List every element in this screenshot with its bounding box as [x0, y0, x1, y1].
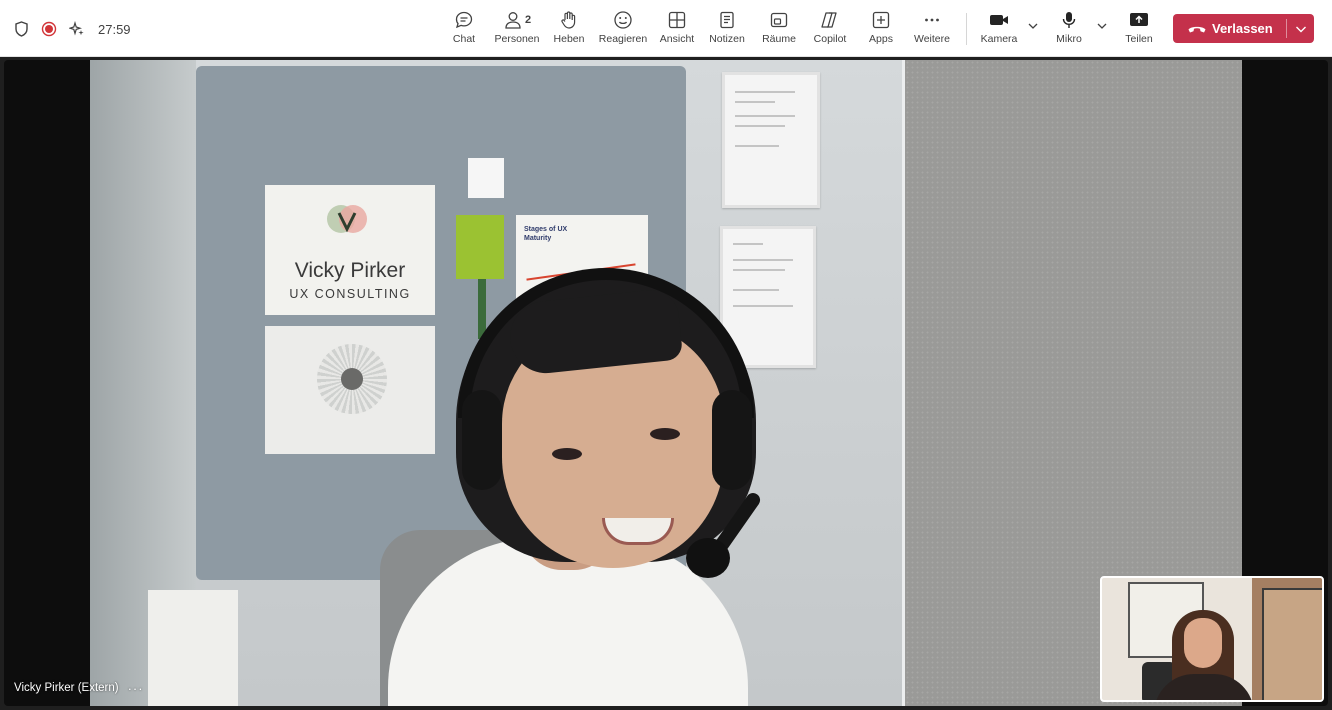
raise-hand-label: Heben — [553, 33, 585, 45]
microphone-options-chevron-icon[interactable] — [1096, 20, 1108, 32]
rooms-label: Räume — [762, 33, 796, 45]
participant-left-eye — [552, 448, 582, 460]
self-view-window-frame — [1262, 588, 1322, 700]
react-button[interactable]: Reagieren — [597, 9, 649, 51]
share-screen-icon — [1128, 9, 1150, 31]
share-label: Teilen — [1125, 33, 1153, 45]
headset-right-cup — [712, 390, 752, 490]
shield-icon[interactable] — [12, 20, 30, 38]
notes-icon — [717, 9, 737, 31]
meeting-toolbar: 27:59 Chat 2 Personen Heben Reagieren An… — [0, 0, 1332, 57]
leave-options-chevron-icon[interactable] — [1294, 22, 1308, 36]
view-label: Ansicht — [659, 33, 695, 45]
record-icon[interactable] — [40, 20, 58, 38]
emoji-icon — [613, 9, 633, 31]
raise-hand-button[interactable]: Heben — [552, 9, 586, 51]
hand-icon — [559, 9, 579, 31]
meeting-status: 27:59 — [12, 18, 131, 40]
self-view-video[interactable] — [1100, 576, 1324, 702]
headset-band — [458, 268, 754, 418]
notes-button[interactable]: Notizen — [707, 9, 747, 51]
add-app-icon — [871, 9, 891, 31]
chat-label: Chat — [452, 33, 476, 45]
headset-left-cup — [462, 390, 502, 490]
apps-label: Apps — [869, 33, 893, 45]
participant-person — [90, 60, 1242, 706]
camera-icon — [988, 9, 1010, 31]
sparkle-icon[interactable] — [68, 20, 86, 38]
microphone-icon — [1059, 9, 1079, 31]
grid-view-icon — [667, 9, 687, 31]
participant-name: Vicky Pirker (Extern) — [14, 682, 119, 694]
copilot-button[interactable]: Copilot — [812, 9, 848, 51]
headset-microphone-icon — [686, 538, 730, 578]
self-view-face — [1184, 618, 1222, 668]
leave-divider — [1286, 19, 1287, 38]
more-label: Weitere — [914, 33, 950, 45]
microphone-button[interactable]: Mikro — [1052, 9, 1086, 51]
toolbar-divider — [966, 13, 967, 45]
more-horizontal-icon — [922, 9, 942, 31]
camera-button[interactable]: Kamera — [979, 9, 1019, 51]
chat-button[interactable]: Chat — [449, 9, 479, 51]
people-label: Personen — [494, 33, 540, 45]
copilot-label: Copilot — [813, 33, 847, 45]
people-button[interactable]: 2 Personen — [492, 9, 542, 51]
people-icon — [505, 12, 521, 29]
leave-meeting-button[interactable]: Verlassen — [1173, 14, 1314, 43]
more-button[interactable]: Weitere — [912, 9, 952, 51]
notes-label: Notizen — [709, 33, 745, 45]
participant-video-feed: Vicky Pirker UX CONSULTING Stages of UX … — [90, 60, 1242, 706]
view-button[interactable]: Ansicht — [657, 9, 697, 51]
chat-icon — [454, 9, 474, 31]
rooms-button[interactable]: Räume — [761, 9, 797, 51]
participant-right-eye — [650, 428, 680, 440]
camera-options-chevron-icon[interactable] — [1027, 20, 1039, 32]
react-label: Reagieren — [598, 33, 648, 45]
people-count-badge: 2 — [524, 14, 532, 26]
share-button[interactable]: Teilen — [1122, 9, 1156, 51]
participant-name-label: Vicky Pirker (Extern) ··· — [14, 679, 144, 697]
copilot-icon — [819, 9, 841, 31]
rooms-icon — [769, 9, 789, 31]
microphone-label: Mikro — [1056, 33, 1082, 45]
leave-label: Verlassen — [1212, 21, 1273, 36]
hang-up-phone-icon — [1187, 23, 1207, 35]
participant-more-options-icon[interactable]: ··· — [128, 681, 144, 696]
meeting-timer: 27:59 — [98, 21, 131, 37]
apps-button[interactable]: Apps — [866, 9, 896, 51]
camera-label: Kamera — [980, 33, 1018, 45]
people-icon-wrap: 2 — [503, 9, 531, 31]
